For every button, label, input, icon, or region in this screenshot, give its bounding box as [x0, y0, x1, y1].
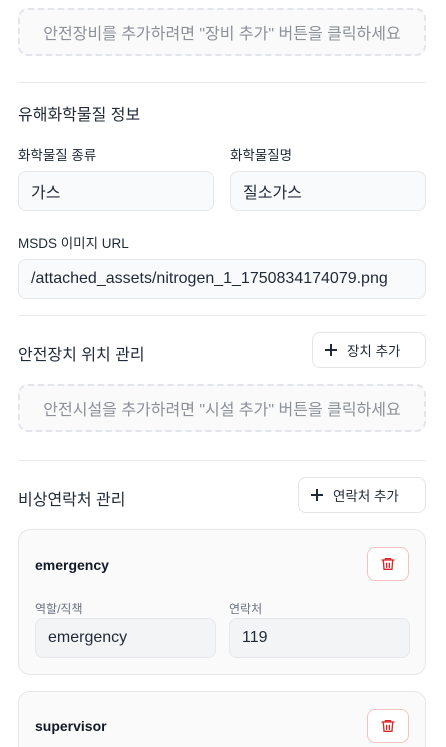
contact-name: emergency [35, 557, 109, 573]
contact-phone-value: 119 [242, 629, 268, 646]
trash-icon [381, 558, 395, 570]
contact-phone-label: 연락처 [229, 602, 263, 616]
device-empty-text: 안전시설을 추가하려면 "시설 추가" 버튼을 클릭하세요 [43, 402, 401, 419]
msds-url-field[interactable]: /attached_assets/nitrogen_1_175083417407… [18, 259, 426, 299]
delete-contact-button[interactable] [367, 547, 409, 581]
add-contact-label: 연락처 추가 [333, 489, 399, 504]
divider [18, 315, 426, 316]
msds-url-label: MSDS 이미지 URL [18, 236, 129, 251]
delete-contact-button[interactable] [367, 709, 409, 743]
plus-icon [311, 489, 323, 501]
device-location-section-title: 안전장치 위치 관리 [18, 347, 145, 364]
chemical-section-title: 유해화학물질 정보 [18, 107, 141, 124]
contact-role-value: emergency [48, 629, 128, 646]
contact-name: supervisor [35, 718, 107, 734]
contact-role-label: 역할/직책 [35, 602, 83, 616]
contact-role-field[interactable]: emergency [35, 618, 216, 658]
chemical-type-label: 화학물질 종류 [18, 148, 97, 163]
equipment-empty-state: 안전장비를 추가하려면 "장비 추가" 버튼을 클릭하세요 [18, 8, 426, 56]
contact-card: supervisor [18, 691, 426, 747]
contact-phone-field[interactable]: 119 [229, 618, 410, 658]
emergency-contacts-section-title: 비상연락처 관리 [18, 492, 126, 509]
add-contact-button[interactable]: 연락처 추가 [298, 477, 426, 513]
divider [18, 460, 426, 461]
device-empty-state: 안전시설을 추가하려면 "시설 추가" 버튼을 클릭하세요 [18, 384, 426, 432]
msds-url-value: /attached_assets/nitrogen_1_175083417407… [31, 270, 388, 287]
add-device-button[interactable]: 장치 추가 [312, 332, 426, 368]
chemical-name-value: 질소가스 [243, 185, 302, 202]
divider [18, 82, 426, 83]
contact-card: emergency 역할/직책 연락처 emergency 119 [18, 529, 426, 675]
trash-icon [381, 720, 395, 732]
equipment-empty-text: 안전장비를 추가하려면 "장비 추가" 버튼을 클릭하세요 [43, 26, 401, 43]
chemical-name-label: 화학물질명 [230, 148, 293, 163]
chemical-name-field[interactable]: 질소가스 [230, 171, 426, 211]
chemical-type-field[interactable]: 가스 [18, 171, 214, 211]
plus-icon [325, 344, 337, 356]
add-device-label: 장치 추가 [347, 344, 401, 359]
chemical-type-value: 가스 [31, 185, 61, 202]
